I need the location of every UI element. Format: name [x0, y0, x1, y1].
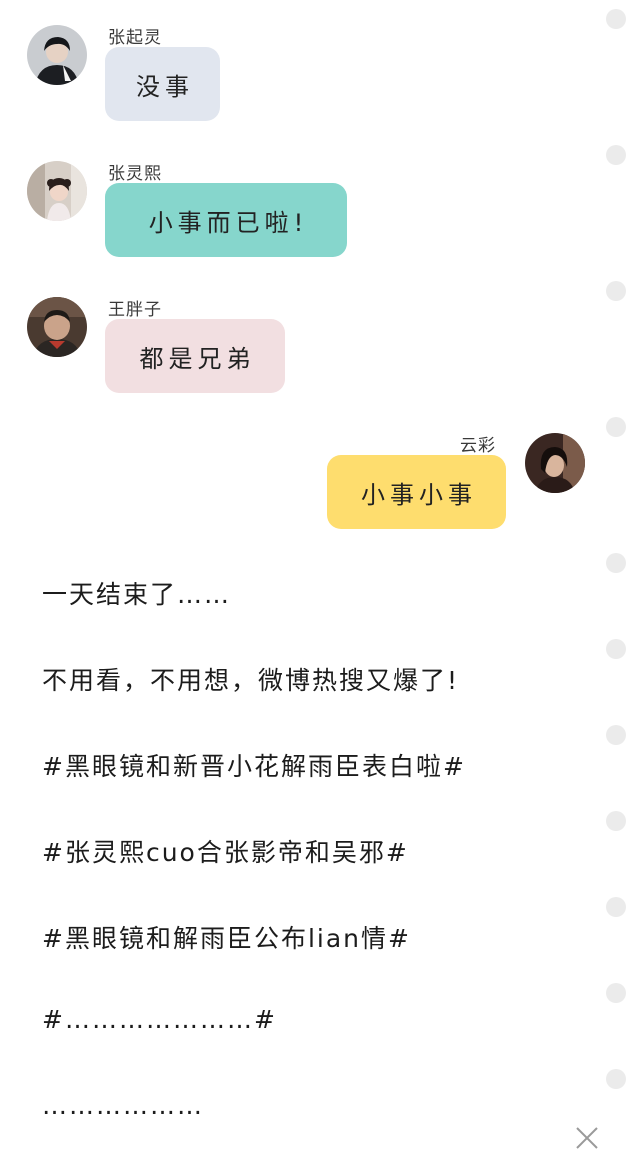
avatar-zhang-qiling[interactable]	[27, 25, 87, 85]
story-line: #张灵熙cuo合张影帝和吴邪#	[42, 838, 409, 867]
story-line: ………………	[42, 1091, 204, 1120]
scroll-dot[interactable]	[606, 983, 626, 1003]
avatar-wang-pangzi[interactable]	[27, 297, 87, 357]
sender-name: 云彩	[460, 436, 496, 456]
avatar-zhang-lingxi[interactable]	[27, 161, 87, 221]
sender-name: 张灵熙	[108, 164, 162, 184]
scroll-dot[interactable]	[606, 281, 626, 301]
story-line: #黑眼镜和新晋小花解雨臣表白啦#	[42, 752, 466, 781]
scroll-dot[interactable]	[606, 639, 626, 659]
story-line: 一天结束了……	[42, 580, 232, 609]
scroll-dot[interactable]	[606, 553, 626, 573]
sender-name: 王胖子	[108, 300, 162, 320]
scroll-dot[interactable]	[606, 417, 626, 437]
scroll-dot[interactable]	[606, 811, 626, 831]
scroll-dot[interactable]	[606, 725, 626, 745]
story-line: 不用看，不用想，微博热搜又爆了!	[42, 666, 460, 695]
scroll-dot[interactable]	[606, 1069, 626, 1089]
message-bubble[interactable]: 没事	[105, 47, 220, 121]
scroll-dot[interactable]	[606, 145, 626, 165]
story-line: #…………………#	[42, 1005, 277, 1034]
close-icon[interactable]	[574, 1125, 600, 1151]
scroll-dot[interactable]	[606, 9, 626, 29]
message-bubble[interactable]: 都是兄弟	[105, 319, 285, 393]
message-bubble[interactable]: 小事而已啦!	[105, 183, 347, 257]
message-bubble[interactable]: 小事小事	[327, 455, 506, 529]
avatar-yuncai[interactable]	[525, 433, 585, 493]
scroll-dot[interactable]	[606, 897, 626, 917]
story-line: #黑眼镜和解雨臣公布lian情#	[42, 924, 411, 953]
sender-name: 张起灵	[108, 28, 162, 48]
